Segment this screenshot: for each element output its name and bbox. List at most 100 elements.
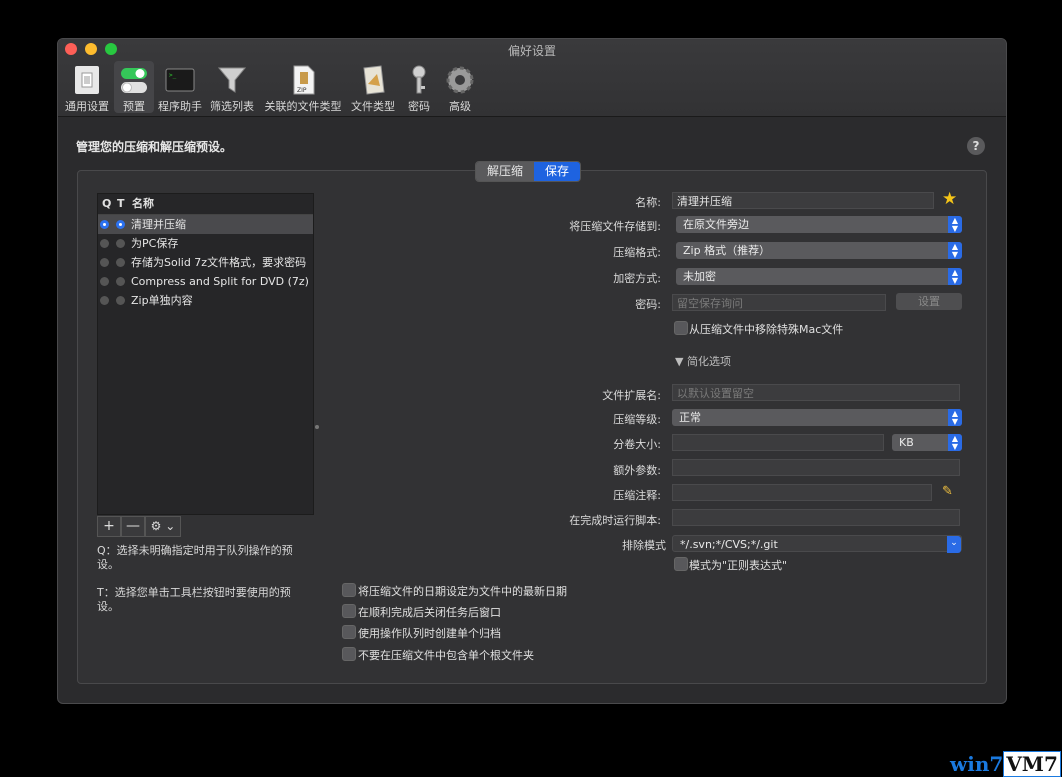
- watermark-part2: VM7: [1003, 751, 1061, 777]
- ext-label: 文件扩展名:: [602, 389, 661, 402]
- add-preset-button[interactable]: +: [97, 516, 121, 537]
- toolbar-helper[interactable]: >_ 程序助手: [156, 61, 204, 113]
- column-t[interactable]: T: [117, 194, 125, 214]
- column-q[interactable]: Q: [102, 194, 111, 214]
- password-label: 密码:: [635, 298, 661, 311]
- regex-label: 模式为"正则表达式": [689, 559, 788, 572]
- extra-label: 额外参数:: [613, 464, 661, 477]
- toolbar-general-label: 通用设置: [65, 100, 109, 113]
- watermark-part1: win7: [950, 752, 1004, 776]
- list-item[interactable]: Compress and Split for DVD (7z): [98, 272, 313, 291]
- regex-checkbox[interactable]: [674, 557, 688, 571]
- format-select[interactable]: Zip 格式（推荐） ▲ ▼: [676, 242, 962, 259]
- column-name[interactable]: 名称: [132, 194, 154, 214]
- chevron-down-icon: ⌄: [947, 536, 961, 553]
- list-header: Q T 名称: [98, 194, 313, 215]
- split-unit-select[interactable]: KB ▲ ▼: [892, 434, 962, 451]
- tab-save[interactable]: 保存: [534, 162, 581, 181]
- latest-date-checkbox[interactable]: [342, 583, 356, 597]
- level-select-value: 正常: [679, 411, 701, 424]
- preset-name-field[interactable]: 清理并压缩: [672, 192, 934, 209]
- star-icon[interactable]: ★: [942, 189, 957, 209]
- q-radio[interactable]: [100, 296, 109, 305]
- toolbar-advanced[interactable]: 高级: [440, 61, 480, 113]
- toolbar-filetypes-label: 文件类型: [351, 100, 395, 113]
- t-radio[interactable]: [116, 296, 125, 305]
- remove-preset-button[interactable]: —: [121, 516, 145, 537]
- list-toolbar: + — ⚙ ⌄: [97, 516, 181, 537]
- script-field[interactable]: [672, 509, 960, 526]
- svg-text:>_: >_: [169, 72, 177, 79]
- list-item[interactable]: 为PC保存: [98, 234, 313, 253]
- toolbar-associations-label: 关联的文件类型: [264, 100, 342, 113]
- close-window-label: 在顺利完成后关闭任务后窗口: [358, 606, 501, 619]
- zip-file-icon: ZIP: [287, 64, 319, 96]
- exclude-combo[interactable]: */.svn;*/CVS;*/.git ⌄: [672, 535, 962, 553]
- toolbar-general[interactable]: 通用设置: [63, 61, 111, 113]
- toolbar-passwords-label: 密码: [408, 100, 430, 113]
- dest-select[interactable]: 在原文件旁边 ▲ ▼: [676, 216, 962, 233]
- simplified-label: 简化选项: [686, 355, 731, 368]
- presets-list: Q T 名称 清理并压缩 为PC保存 存储为Solid 7z文件格式，要求密码 …: [97, 193, 314, 515]
- svg-text:ZIP: ZIP: [297, 87, 307, 94]
- comment-label: 压缩注释:: [613, 489, 661, 502]
- toolbar-filter[interactable]: 筛选列表: [208, 61, 256, 113]
- single-archive-checkbox[interactable]: [342, 625, 356, 639]
- t-radio[interactable]: [116, 239, 125, 248]
- list-item[interactable]: Zip单独内容: [98, 291, 313, 310]
- funnel-icon: [216, 64, 248, 96]
- format-label: 压缩格式:: [613, 246, 661, 259]
- chevron-updown-icon: ▲ ▼: [948, 242, 962, 259]
- split-handle[interactable]: [315, 425, 319, 429]
- dest-select-value: 在原文件旁边: [683, 218, 749, 231]
- preset-name: 清理并压缩: [131, 218, 186, 231]
- q-radio[interactable]: [100, 239, 109, 248]
- q-radio[interactable]: [100, 258, 109, 267]
- encrypt-select[interactable]: 未加密 ▲ ▼: [676, 268, 962, 285]
- t-radio[interactable]: [116, 277, 125, 286]
- preferences-window: 偏好设置 通用设置 预置 >_ 程序助手 筛选列表 ZIP 关联的文件类型 文件…: [57, 38, 1007, 704]
- gear-icon: [444, 64, 476, 96]
- remove-mac-label: 从压缩文件中移除特殊Mac文件: [689, 323, 844, 336]
- script-label: 在完成时运行脚本:: [569, 514, 661, 527]
- password-field[interactable]: 留空保存询问: [672, 294, 886, 311]
- toolbar-helper-label: 程序助手: [158, 100, 202, 113]
- t-radio[interactable]: [116, 258, 125, 267]
- toolbar-filter-label: 筛选列表: [210, 100, 254, 113]
- simplified-disclosure[interactable]: ▼ 简化选项: [675, 353, 731, 369]
- no-root-folder-label: 不要在压缩文件中包含单个根文件夹: [358, 649, 534, 662]
- name-label: 名称:: [635, 196, 661, 209]
- preset-action-menu[interactable]: ⚙ ⌄: [145, 516, 181, 537]
- tab-extract[interactable]: 解压缩: [476, 162, 535, 181]
- set-password-button[interactable]: 设置: [896, 293, 962, 310]
- extension-field[interactable]: 以默认设置留空: [672, 384, 960, 401]
- list-item[interactable]: 清理并压缩: [98, 215, 313, 234]
- mode-tabs: 解压缩 保存: [475, 161, 582, 182]
- toolbar-passwords[interactable]: 密码: [401, 61, 437, 113]
- toolbar-presets-label: 预置: [123, 100, 145, 113]
- extra-params-field[interactable]: [672, 459, 960, 476]
- level-select[interactable]: 正常 ▲ ▼: [672, 409, 962, 426]
- toolbar-associations[interactable]: ZIP 关联的文件类型: [261, 61, 345, 113]
- edit-note-icon[interactable]: ✎: [942, 484, 953, 499]
- q-radio[interactable]: [100, 277, 109, 286]
- close-window-checkbox[interactable]: [342, 604, 356, 618]
- toolbar-filetypes[interactable]: 文件类型: [348, 61, 398, 113]
- exclude-value: */.svn;*/CVS;*/.git: [680, 538, 778, 551]
- q-radio[interactable]: [100, 220, 109, 229]
- comment-field[interactable]: [672, 484, 932, 501]
- dest-label: 将压缩文件存储到:: [569, 220, 661, 233]
- list-item[interactable]: 存储为Solid 7z文件格式，要求密码: [98, 253, 313, 272]
- split-size-field[interactable]: [672, 434, 884, 451]
- key-icon: [403, 64, 435, 96]
- window-title: 偏好设置: [507, 44, 556, 58]
- format-select-value: Zip 格式（推荐）: [683, 244, 771, 257]
- preset-name: 为PC保存: [131, 237, 179, 250]
- t-radio[interactable]: [116, 220, 125, 229]
- no-root-folder-checkbox[interactable]: [342, 647, 356, 661]
- remove-mac-checkbox[interactable]: [674, 321, 688, 335]
- toolbar-presets[interactable]: 预置: [114, 61, 154, 113]
- switch-icon: [71, 64, 103, 96]
- help-button[interactable]: ?: [967, 137, 985, 155]
- chevron-updown-icon: ▲ ▼: [948, 268, 962, 285]
